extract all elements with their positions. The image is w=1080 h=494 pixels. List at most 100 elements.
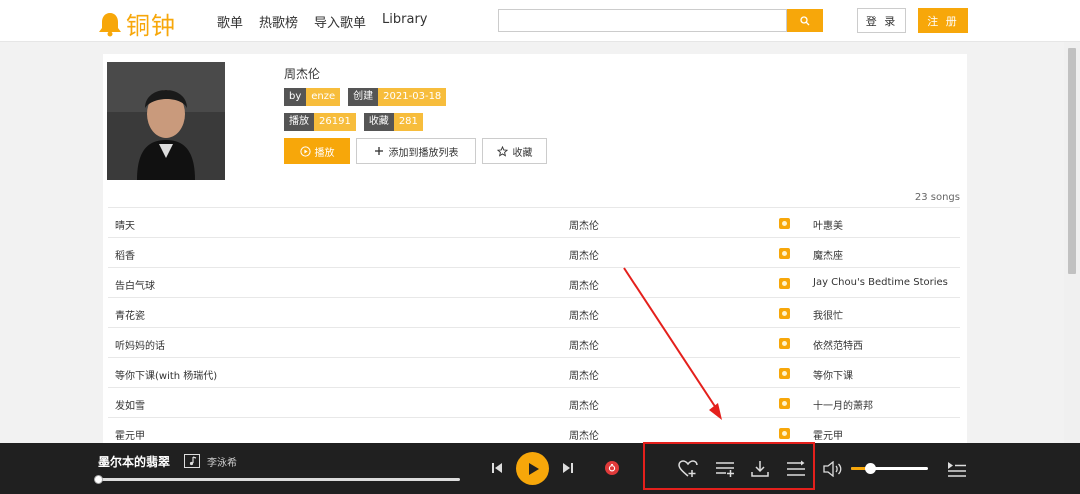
song-name[interactable]: 霍元甲 xyxy=(115,427,145,442)
like-song-button[interactable] xyxy=(677,458,699,480)
song-album[interactable]: Jay Chou's Bedtime Stories xyxy=(813,277,948,288)
song-name[interactable]: 晴天 xyxy=(115,217,135,232)
creator-name[interactable]: enze xyxy=(306,88,341,106)
song-name[interactable]: 青花瓷 xyxy=(115,307,145,322)
song-album[interactable]: 魔杰座 xyxy=(813,247,843,262)
download-button[interactable] xyxy=(749,458,771,480)
star-icon xyxy=(496,145,508,157)
netease-source-icon[interactable] xyxy=(605,461,619,475)
playlist-title: 周杰伦 xyxy=(284,67,321,81)
add-to-queue-button[interactable]: 添加到播放列表 xyxy=(356,138,476,164)
page-scrollbar[interactable] xyxy=(1064,42,1080,443)
song-row[interactable]: 霍元甲 周杰伦 霍元甲 xyxy=(108,417,960,443)
song-row[interactable]: 等你下课(with 杨瑞代) 周杰伦 等你下课 xyxy=(108,357,960,387)
main-nav: 歌单 热歌榜 导入歌单 Library xyxy=(217,12,428,31)
scrollbar-thumb[interactable] xyxy=(1068,48,1076,274)
favorite-playlist-button[interactable]: 收藏 xyxy=(482,138,547,164)
song-artist[interactable]: 周杰伦 xyxy=(569,427,599,442)
next-button[interactable] xyxy=(561,461,575,475)
song-artist[interactable]: 周杰伦 xyxy=(569,367,599,382)
song-artist[interactable]: 周杰伦 xyxy=(569,277,599,292)
song-name[interactable]: 听妈妈的话 xyxy=(115,337,165,352)
song-list: 晴天 周杰伦 叶惠美 稻香 周杰伦 魔杰座 告白气球 周杰伦 Jay Chou'… xyxy=(108,207,960,443)
logo-text: 铜钟 xyxy=(126,12,176,40)
now-playing-artist[interactable]: 李泳希 xyxy=(207,454,237,469)
play-icon xyxy=(528,462,539,475)
nav-hot-songs[interactable]: 热歌榜 xyxy=(259,12,298,31)
now-playing-title[interactable]: 墨尔本的翡翠 xyxy=(98,453,170,470)
queue-button[interactable] xyxy=(946,458,968,480)
song-album[interactable]: 叶惠美 xyxy=(813,217,843,232)
song-album[interactable]: 等你下课 xyxy=(813,367,853,382)
source-icon xyxy=(779,368,790,379)
login-button[interactable]: 登 录 xyxy=(857,8,906,33)
play-all-button[interactable]: 播放 xyxy=(284,138,350,164)
song-name[interactable]: 告白气球 xyxy=(115,277,155,292)
song-album[interactable]: 我很忙 xyxy=(813,307,843,322)
source-icon xyxy=(779,218,790,229)
previous-button[interactable] xyxy=(490,461,504,475)
playlist-meta-row-1: by enze 创建 2021-03-18 xyxy=(284,88,447,106)
song-row[interactable]: 晴天 周杰伦 叶惠美 xyxy=(108,207,960,237)
source-icon xyxy=(779,248,790,259)
song-artist[interactable]: 周杰伦 xyxy=(569,307,599,322)
song-name[interactable]: 稻香 xyxy=(115,247,135,262)
song-row[interactable]: 青花瓷 周杰伦 我很忙 xyxy=(108,297,960,327)
queue-list-icon xyxy=(948,462,966,477)
source-icon xyxy=(779,338,790,349)
song-album[interactable]: 依然范特西 xyxy=(813,337,863,352)
play-mode-button[interactable] xyxy=(785,458,807,480)
song-count: 23 songs xyxy=(914,192,960,203)
song-row[interactable]: 稻香 周杰伦 魔杰座 xyxy=(108,237,960,267)
song-row[interactable]: 告白气球 周杰伦 Jay Chou's Bedtime Stories xyxy=(108,267,960,297)
tag-key: by xyxy=(284,88,307,106)
created-date: 2021-03-18 xyxy=(378,88,447,106)
music-note-icon[interactable] xyxy=(184,454,200,471)
sequential-order-icon xyxy=(787,460,805,476)
song-artist[interactable]: 周杰伦 xyxy=(569,217,599,232)
source-icon xyxy=(779,308,790,319)
tag-key: 播放 xyxy=(284,113,314,131)
skip-next-icon xyxy=(563,463,573,473)
play-count-tag: 播放 26191 xyxy=(284,113,356,131)
heart-plus-icon xyxy=(678,460,698,477)
nav-playlists[interactable]: 歌单 xyxy=(217,12,243,31)
search-button[interactable] xyxy=(787,9,823,32)
song-album[interactable]: 十一月的萧邦 xyxy=(813,397,873,412)
play-pause-button[interactable] xyxy=(516,452,549,485)
song-artist[interactable]: 周杰伦 xyxy=(569,397,599,412)
play-circle-icon xyxy=(299,145,311,157)
song-name[interactable]: 发如雪 xyxy=(115,397,145,412)
song-album[interactable]: 霍元甲 xyxy=(813,427,843,442)
nav-library[interactable]: Library xyxy=(382,12,427,31)
add-to-playlist-button[interactable] xyxy=(714,458,736,480)
logo[interactable]: 铜钟 xyxy=(98,6,176,41)
progress-bar[interactable] xyxy=(94,475,460,484)
volume-icon xyxy=(823,461,842,477)
creator-tag: by enze xyxy=(284,88,341,106)
progress-knob[interactable] xyxy=(94,475,103,484)
song-name[interactable]: 等你下课(with 杨瑞代) xyxy=(115,367,217,382)
playlist-add-icon xyxy=(716,462,734,477)
created-date-tag: 创建 2021-03-18 xyxy=(348,88,447,106)
cover-portrait-image xyxy=(107,62,225,180)
playlist-cover xyxy=(107,62,225,180)
playlist-card: 周杰伦 by enze 创建 2021-03-18 播放 26191 收藏 28… xyxy=(103,54,967,443)
plus-icon xyxy=(374,147,383,155)
song-artist[interactable]: 周杰伦 xyxy=(569,247,599,262)
song-row[interactable]: 听妈妈的话 周杰伦 依然范特西 xyxy=(108,327,960,357)
volume-button[interactable] xyxy=(822,458,844,480)
tag-key: 收藏 xyxy=(363,113,394,131)
download-icon xyxy=(751,461,769,477)
register-button[interactable]: 注 册 xyxy=(918,8,968,33)
song-artist[interactable]: 周杰伦 xyxy=(569,337,599,352)
play-count: 26191 xyxy=(314,113,356,131)
source-icon xyxy=(779,398,790,409)
nav-import-playlist[interactable]: 导入歌单 xyxy=(314,12,366,31)
volume-knob[interactable] xyxy=(865,463,877,474)
volume-slider[interactable] xyxy=(851,463,928,474)
favorite-count-tag: 收藏 281 xyxy=(363,113,423,131)
search-input[interactable] xyxy=(498,9,787,32)
favorite-count: 281 xyxy=(393,113,423,131)
song-row[interactable]: 发如雪 周杰伦 十一月的萧邦 xyxy=(108,387,960,417)
